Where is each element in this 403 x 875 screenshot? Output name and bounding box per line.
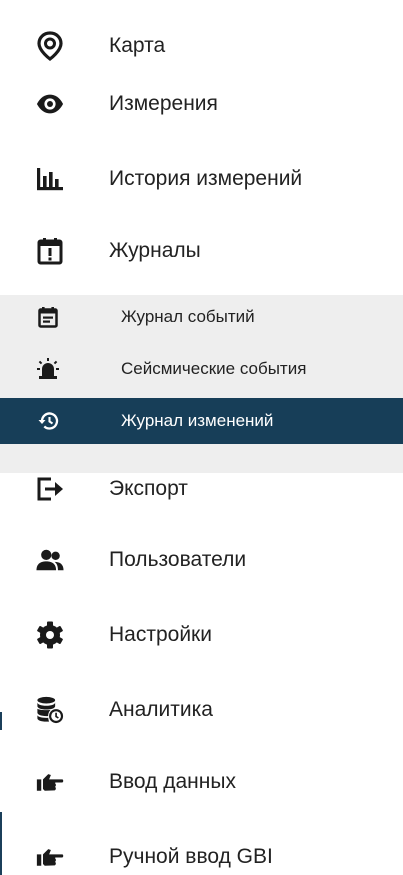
menu-item-label: Пользователи <box>109 548 247 571</box>
submenu-item-event-log[interactable]: Журнал событий <box>0 295 403 339</box>
menu-item-label: Ручной ввод GBI <box>109 845 273 868</box>
submenu-item-label: Журнал изменений <box>121 411 274 430</box>
bar-chart-icon <box>36 165 64 193</box>
menu-item-users[interactable]: Пользователи <box>0 535 403 585</box>
menu-item-label: Ввод данных <box>109 770 236 793</box>
side-navigation-menu: Карта Измерения История измерений Журнал… <box>0 0 403 875</box>
calendar-alert-icon <box>36 237 64 265</box>
menu-item-label: Аналитика <box>109 698 213 721</box>
hand-point-icon <box>36 768 64 796</box>
calendar-icon <box>36 305 60 329</box>
map-pin-icon <box>36 31 64 61</box>
menu-item-label: Настройки <box>109 623 212 646</box>
menu-item-label: Измерения <box>109 92 218 115</box>
menu-item-measurements[interactable]: Измерения <box>0 80 403 128</box>
submenu-item-change-log[interactable]: Журнал изменений <box>0 398 403 444</box>
left-edge-border <box>0 712 2 730</box>
eye-icon <box>36 90 64 118</box>
menu-item-measurement-history[interactable]: История измерений <box>0 154 403 204</box>
history-icon <box>36 409 60 433</box>
menu-item-map[interactable]: Карта <box>0 22 403 70</box>
submenu-item-label: Журнал событий <box>121 307 255 326</box>
menu-item-manual-gbi-input[interactable]: Ручной ввод GBI <box>0 832 403 875</box>
menu-item-data-input[interactable]: Ввод данных <box>0 757 403 807</box>
users-icon <box>36 546 64 574</box>
menu-item-export[interactable]: Экспорт <box>0 464 403 514</box>
menu-item-analytics[interactable]: Аналитика <box>0 685 403 735</box>
gear-icon <box>36 621 64 649</box>
menu-item-label: Карта <box>109 34 166 57</box>
hand-point-icon <box>36 843 64 871</box>
menu-item-settings[interactable]: Настройки <box>0 610 403 660</box>
export-icon <box>36 475 64 503</box>
menu-item-label: Журналы <box>109 239 201 262</box>
menu-item-journals[interactable]: Журналы <box>0 226 403 276</box>
menu-item-label: История измерений <box>109 167 303 190</box>
left-edge-border <box>0 812 2 875</box>
alarm-light-icon <box>36 357 60 381</box>
menu-item-label: Экспорт <box>109 477 188 500</box>
submenu-item-label: Сейсмические события <box>121 359 307 378</box>
database-clock-icon <box>36 696 64 724</box>
submenu-item-seismic-events[interactable]: Сейсмические события <box>0 347 403 391</box>
